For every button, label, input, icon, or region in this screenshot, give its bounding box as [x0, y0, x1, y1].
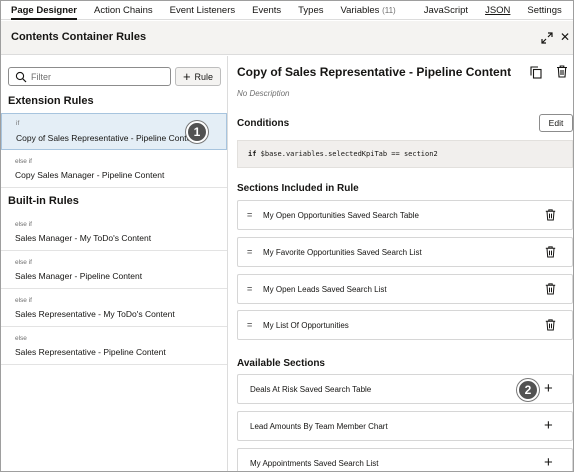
tab-action-chains[interactable]: Action Chains [94, 1, 153, 20]
tab-types[interactable]: Types [298, 1, 323, 20]
plus-icon: + [182, 68, 191, 84]
rule-name: Sales Representative - Pipeline Content [15, 347, 166, 357]
rule-name: Sales Representative - My ToDo's Content [15, 309, 175, 319]
rule-name: Copy Sales Manager - Pipeline Content [15, 170, 165, 180]
condition-expression: $base.variables.selectedKpiTab == sectio… [260, 150, 438, 158]
rule-detail-pane: Copy of Sales Representative - Pipeline … [229, 56, 573, 471]
available-section-item[interactable]: My Appointments Saved Search List + [237, 448, 573, 471]
section-item[interactable]: = My Open Leads Saved Search List [237, 274, 573, 304]
tab-label: Settings [527, 5, 562, 16]
rule-keyword: else [15, 335, 27, 342]
rule-name: Copy of Sales Representative - Pipeline … [16, 133, 199, 143]
callout-badge-1: 1 [186, 121, 208, 143]
tab-label: JavaScript [423, 5, 469, 16]
drag-handle-icon[interactable]: = [247, 247, 252, 257]
add-rule-button[interactable]: + Rule [175, 67, 221, 86]
rule-keyword: if [16, 120, 20, 127]
add-rule-label: Rule [194, 71, 214, 82]
builtin-rules-heading: Built-in Rules [8, 195, 79, 207]
callout-badge-2: 2 [517, 379, 539, 401]
tab-label: Types [298, 5, 324, 16]
rule-keyword: else if [15, 221, 32, 228]
rule-description: No Description [237, 89, 290, 98]
section-item[interactable]: = My Open Opportunities Saved Search Tab… [237, 200, 573, 230]
section-item[interactable]: = My Favorite Opportunities Saved Search… [237, 237, 573, 267]
extension-rules-heading: Extension Rules [8, 95, 94, 107]
condition-box: if $base.variables.selectedKpiTab == sec… [237, 140, 573, 168]
trash-icon[interactable] [545, 246, 556, 258]
expand-icon[interactable] [540, 31, 554, 45]
close-icon[interactable]: ✕ [560, 30, 570, 44]
filter-input[interactable] [31, 70, 166, 83]
tab-label: Events [252, 5, 282, 16]
rule-item-sales-manager-todos[interactable]: else if Sales Manager - My ToDo's Conten… [1, 213, 227, 251]
section-name: My Favorite Opportunities Saved Search L… [263, 248, 422, 257]
tab-settings[interactable]: Settings [527, 1, 561, 20]
condition-text: if $base.variables.selectedKpiTab == sec… [248, 150, 438, 158]
tab-label: Action Chains [94, 5, 153, 16]
tab-label: Page Designer [11, 5, 77, 16]
rule-name: Sales Manager - Pipeline Content [15, 271, 143, 281]
tab-label: Event Listeners [169, 5, 236, 16]
rule-keyword: else if [15, 297, 32, 304]
rule-item-sales-rep-pipeline[interactable]: else Sales Representative - Pipeline Con… [1, 327, 227, 365]
add-icon[interactable]: + [544, 418, 553, 433]
tab-event-listeners[interactable]: Event Listeners [170, 1, 235, 20]
rule-keyword: else if [15, 158, 32, 165]
section-name: Deals At Risk Saved Search Table [250, 385, 372, 394]
conditions-heading: Conditions [237, 118, 290, 129]
tab-page-designer[interactable]: Page Designer [11, 1, 77, 20]
rule-item-sales-manager-pipeline[interactable]: else if Sales Manager - Pipeline Content [1, 251, 227, 289]
drag-handle-icon[interactable]: = [247, 210, 252, 220]
trash-icon[interactable] [545, 319, 556, 331]
trash-icon[interactable] [545, 283, 556, 295]
search-icon [15, 71, 27, 83]
section-name: Lead Amounts By Team Member Chart [250, 422, 388, 431]
available-sections-heading: Available Sections [237, 358, 325, 369]
drag-handle-icon[interactable]: = [247, 320, 252, 330]
available-section-item[interactable]: Lead Amounts By Team Member Chart + [237, 411, 573, 441]
rule-name: Sales Manager - My ToDo's Content [15, 233, 152, 243]
panel-header: Contents Container Rules ✕ [1, 21, 573, 55]
filter-field[interactable] [8, 67, 171, 86]
rule-item-sales-rep-todos[interactable]: else if Sales Representative - My ToDo's… [1, 289, 227, 327]
copy-icon[interactable] [530, 66, 542, 79]
panel-title: Contents Container Rules [11, 31, 147, 43]
tab-events[interactable]: Events [252, 1, 281, 20]
condition-keyword: if [248, 150, 257, 158]
trash-icon[interactable] [556, 65, 568, 78]
section-name: My Open Opportunities Saved Search Table [263, 211, 419, 220]
tab-javascript[interactable]: JavaScript [424, 1, 468, 20]
sections-included-heading: Sections Included in Rule [237, 183, 359, 194]
trash-icon[interactable] [545, 209, 556, 221]
drag-handle-icon[interactable]: = [247, 284, 252, 294]
edit-conditions-button[interactable]: Edit [539, 114, 573, 132]
rule-keyword: else if [15, 259, 32, 266]
section-item[interactable]: = My List Of Opportunities [237, 310, 573, 340]
section-name: My Appointments Saved Search List [250, 459, 379, 468]
variables-count-badge: (11) [382, 6, 396, 15]
rule-item-copy-sales-manager-pipeline[interactable]: else if Copy Sales Manager - Pipeline Co… [1, 151, 227, 188]
add-icon[interactable]: + [544, 381, 553, 396]
top-tab-bar: Page Designer Action Chains Event Listen… [1, 1, 573, 20]
rules-list-pane: + Rule Extension Rules if Copy of Sales … [1, 56, 228, 471]
tab-label: JSON [485, 5, 511, 16]
tab-variables[interactable]: Variables (11) [341, 1, 396, 20]
add-icon[interactable]: + [544, 455, 553, 470]
tab-json[interactable]: JSON [485, 1, 510, 20]
section-name: My List Of Opportunities [263, 321, 349, 330]
tab-label: Variables [340, 5, 380, 16]
app-frame: Page Designer Action Chains Event Listen… [0, 0, 574, 472]
section-name: My Open Leads Saved Search List [263, 285, 387, 294]
rule-title: Copy of Sales Representative - Pipeline … [237, 65, 512, 79]
